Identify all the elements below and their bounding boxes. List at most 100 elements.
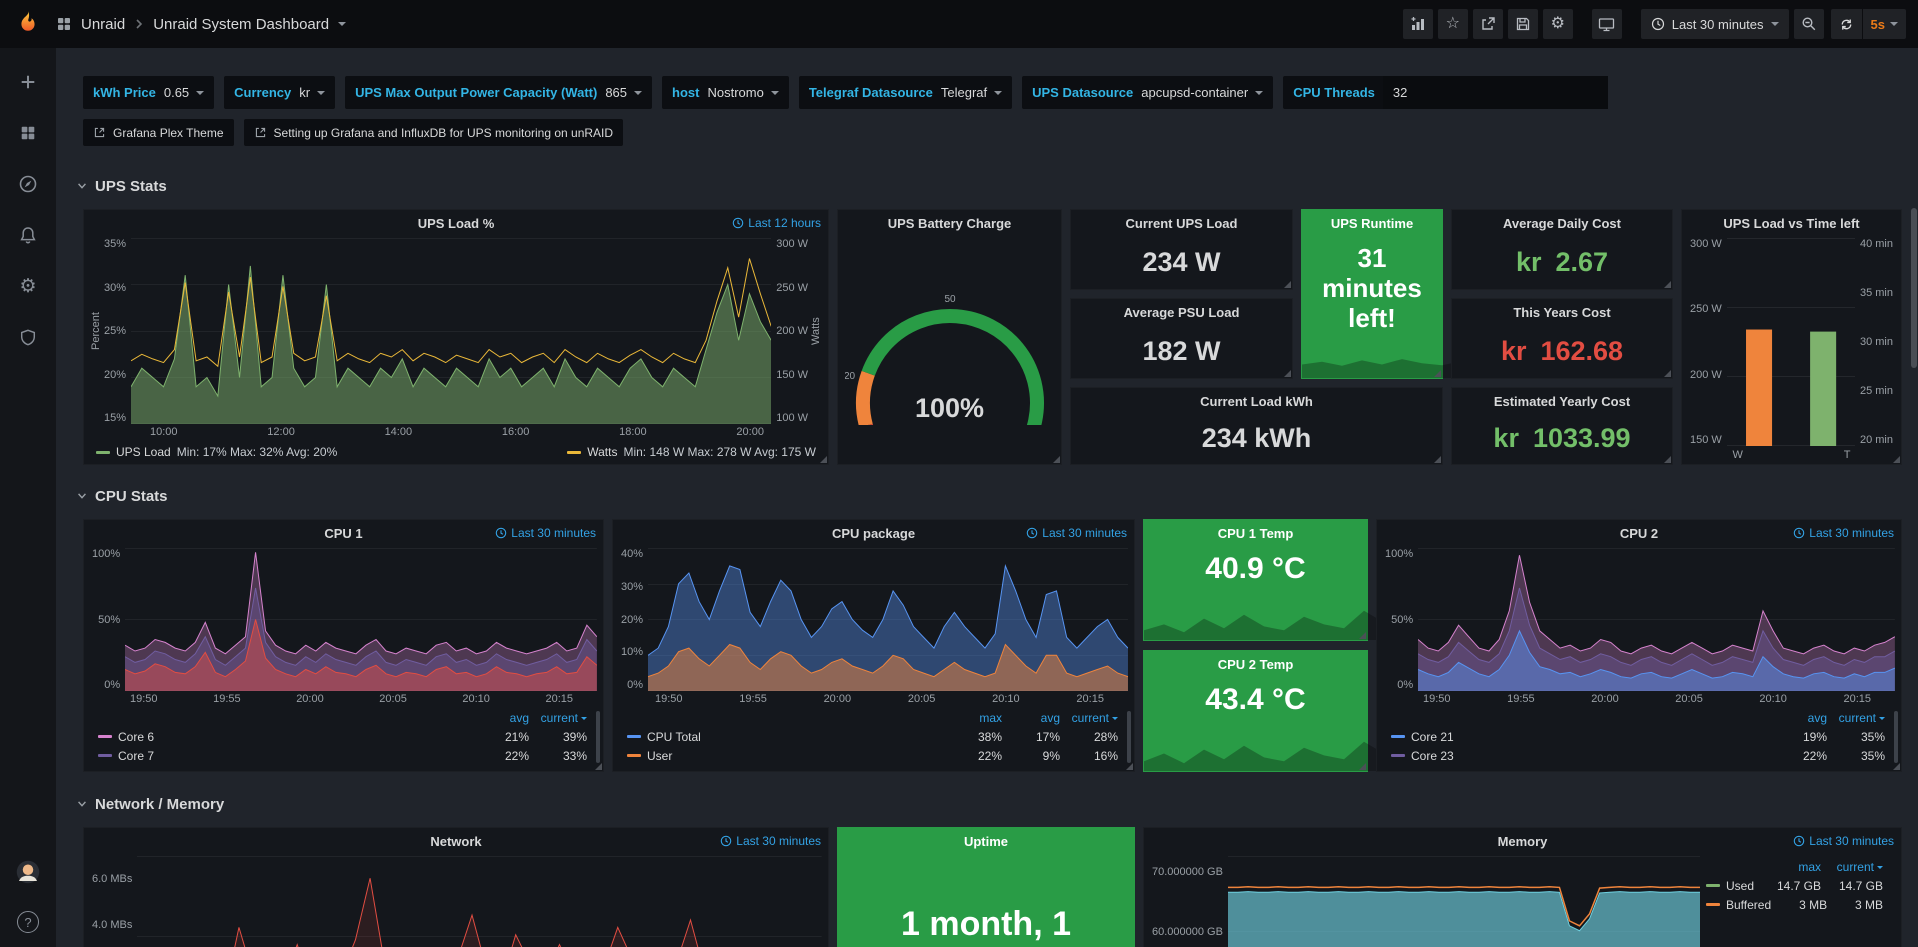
panel-time-override[interactable]: Last 12 hours — [732, 216, 821, 230]
sidebar-item-server-admin[interactable] — [16, 325, 40, 349]
legend-series-toggle[interactable]: Core 7 — [98, 749, 471, 763]
network-chart[interactable] — [137, 856, 822, 947]
battery-gauge[interactable]: 02050100 100% — [838, 236, 1061, 464]
sidebar-user-avatar[interactable] — [16, 860, 40, 884]
panel-title[interactable]: Current Load kWh — [1200, 394, 1313, 409]
sidebar-item-configuration[interactable]: ⚙ — [16, 274, 40, 298]
legend-series-toggle[interactable]: Core 21 — [1391, 730, 1769, 744]
add-panel-button[interactable] — [1403, 9, 1433, 39]
panel-title[interactable]: Average PSU Load — [1124, 305, 1240, 320]
sidebar-item-create[interactable] — [16, 70, 40, 94]
legend-scrollbar[interactable] — [596, 711, 600, 763]
sort-caret-icon — [1112, 717, 1118, 720]
panel-title[interactable]: CPU 2 — [1620, 526, 1658, 541]
legend-sort-current[interactable]: current — [529, 711, 587, 725]
panel-time-override[interactable]: Last 30 minutes — [1793, 526, 1894, 540]
sidebar-item-dashboards[interactable] — [16, 121, 40, 145]
legend-series-toggle[interactable]: User — [627, 749, 944, 763]
time-range-picker[interactable]: Last 30 minutes — [1641, 9, 1789, 39]
variable-ups-max-output[interactable]: UPS Max Output Power Capacity (Watt) 865 — [345, 76, 652, 109]
panel-time-override[interactable]: Last 30 minutes — [1026, 526, 1127, 540]
variable-currency[interactable]: Currency kr — [224, 76, 335, 109]
panel-title[interactable]: Estimated Yearly Cost — [1494, 394, 1630, 409]
cpu-threads-input[interactable]: 32 — [1383, 76, 1608, 109]
legend-sort-current[interactable]: current — [1827, 711, 1885, 725]
sort-caret-icon — [1877, 866, 1883, 869]
panel-time-override[interactable]: Last 30 minutes — [720, 834, 821, 848]
panel-title[interactable]: Uptime — [964, 834, 1008, 849]
cpu1-chart[interactable] — [125, 548, 597, 691]
memory-chart[interactable] — [1228, 856, 1700, 947]
ups-load-chart[interactable] — [131, 238, 771, 424]
dashboard-settings-button[interactable]: ⚙ — [1543, 9, 1573, 39]
panel-time-override[interactable]: Last 30 minutes — [1793, 834, 1894, 848]
x-axis: WT — [1682, 446, 1901, 464]
panel-title[interactable]: CPU 2 Temp — [1218, 657, 1294, 672]
panel-title[interactable]: Memory — [1498, 834, 1548, 849]
y-axis-left: 100%50%0% — [1383, 548, 1418, 691]
legend-sort-current[interactable]: current — [1821, 860, 1883, 874]
star-dashboard-button[interactable]: ☆ — [1438, 9, 1468, 39]
panel-title[interactable]: Network — [430, 834, 481, 849]
section-cpu-stats[interactable]: CPU Stats — [76, 485, 168, 507]
panel-title[interactable]: This Years Cost — [1513, 305, 1610, 320]
legend-sort-avg[interactable]: avg — [471, 711, 529, 725]
panel-title[interactable]: UPS Load vs Time left — [1723, 216, 1859, 231]
panel-time-override[interactable]: Last 30 minutes — [495, 526, 596, 540]
legend-series-toggle[interactable]: Buffered — [1706, 898, 1771, 912]
grafana-logo[interactable] — [0, 0, 56, 48]
caret-down-icon — [196, 91, 204, 95]
legend-sort-avg[interactable]: avg — [1002, 711, 1060, 725]
save-dashboard-button[interactable] — [1508, 9, 1538, 39]
dashboard-picker-caret-icon[interactable] — [338, 22, 346, 26]
legend-series-toggle[interactable]: Core 6 — [98, 730, 471, 744]
breadcrumb-dashboard-title[interactable]: Unraid System Dashboard — [153, 16, 329, 33]
panel-title[interactable]: UPS Runtime — [1331, 216, 1413, 231]
section-network-memory[interactable]: Network / Memory — [76, 793, 224, 815]
sidebar-item-explore[interactable] — [16, 172, 40, 196]
panel-title[interactable]: CPU 1 — [324, 526, 362, 541]
panel-title[interactable]: Current UPS Load — [1126, 216, 1238, 231]
legend-series-toggle[interactable]: Core 23 — [1391, 749, 1769, 763]
panel-title[interactable]: UPS Battery Charge — [888, 216, 1012, 231]
refresh-interval-picker[interactable]: 5s — [1863, 9, 1906, 39]
variable-ups-datasource[interactable]: UPS Datasource apcupsd-container — [1022, 76, 1273, 109]
breadcrumb-folder[interactable]: Unraid — [81, 16, 125, 33]
axis-tick: 300 W — [776, 238, 808, 250]
tv-mode-button[interactable] — [1592, 9, 1622, 39]
cpu-package-chart[interactable] — [648, 548, 1128, 691]
refresh-dashboard-button[interactable] — [1831, 9, 1862, 39]
legend-series-toggle[interactable]: Used — [1706, 879, 1759, 893]
legend-scrollbar[interactable] — [1127, 711, 1131, 763]
section-ups-stats[interactable]: UPS Stats — [76, 175, 167, 197]
axis-tick: W — [1732, 449, 1742, 461]
legend-sort-max[interactable]: max — [1759, 860, 1821, 874]
link-grafana-plex-theme[interactable]: Grafana Plex Theme — [83, 119, 234, 146]
panel-title[interactable]: Average Daily Cost — [1503, 216, 1621, 231]
chart-legend: avgcurrentCore 621%39%Core 722%33% — [84, 707, 603, 771]
sidebar-item-help[interactable]: ? — [17, 911, 39, 933]
variable-telegraf-datasource[interactable]: Telegraf Datasource Telegraf — [799, 76, 1012, 109]
share-dashboard-button[interactable] — [1473, 9, 1503, 39]
panel-title[interactable]: CPU 1 Temp — [1218, 526, 1294, 541]
legend-series-toggle[interactable]: CPU Total — [627, 730, 944, 744]
legend-series-toggle[interactable]: UPS LoadMin: 17% Max: 32% Avg: 20% — [96, 445, 337, 459]
panel-title[interactable]: CPU package — [832, 526, 915, 541]
page-scrollbar-thumb[interactable] — [1911, 208, 1917, 368]
variable-host[interactable]: host Nostromo — [662, 76, 789, 109]
legend-sort-current[interactable]: current — [1060, 711, 1118, 725]
y-axis-right: 300 W250 W200 W150 W100 W — [771, 238, 810, 424]
chart-legend: UPS LoadMin: 17% Max: 32% Avg: 20% WattsM… — [84, 440, 828, 464]
ups-bar-chart[interactable] — [1727, 238, 1855, 446]
legend-series-toggle[interactable]: WattsMin: 148 W Max: 278 W Avg: 175 W — [567, 445, 816, 459]
axis-tick: 250 W — [1690, 303, 1722, 315]
zoom-out-time-button[interactable] — [1794, 9, 1824, 39]
variable-kwh-price[interactable]: kWh Price 0.65 — [83, 76, 214, 109]
cpu2-chart[interactable] — [1418, 548, 1895, 691]
panel-title[interactable]: UPS Load % — [418, 216, 495, 231]
legend-sort-max[interactable]: max — [944, 711, 1002, 725]
sidebar-item-alerting[interactable] — [16, 223, 40, 247]
legend-scrollbar[interactable] — [1894, 711, 1898, 763]
link-ups-monitoring-guide[interactable]: Setting up Grafana and InfluxDB for UPS … — [244, 119, 624, 146]
legend-sort-avg[interactable]: avg — [1769, 711, 1827, 725]
